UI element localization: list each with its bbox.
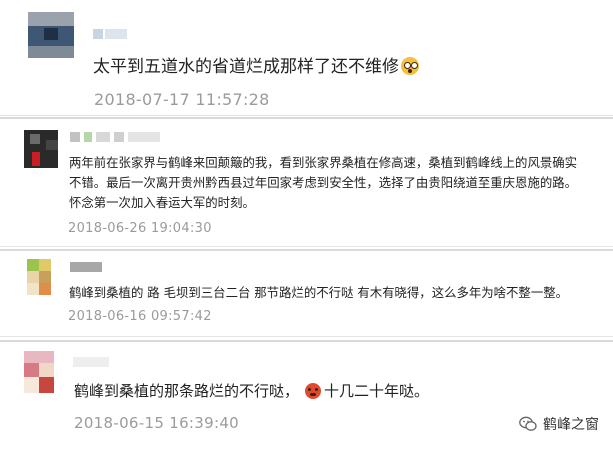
wechat-icon xyxy=(519,416,537,432)
angry-face-emoji xyxy=(305,383,322,399)
watermark-label: 鹤峰之窗 xyxy=(543,417,599,433)
comment-date: 2018-06-16 09:57:42 xyxy=(68,309,212,324)
comment-text: 太平到五道水的省道烂成那样了还不维修 xyxy=(93,55,419,79)
comment-line-3: 怀念第一次加入春运大军的时刻。 xyxy=(69,195,255,210)
comment-card-4: 鹤峰到桑植的那条路烂的不行哒， 十几二十年哒。 2018-06-15 16:39… xyxy=(0,340,613,450)
comment-text-content: 鹤峰到桑植的 路 毛坝到三台二台 那节路烂的不行哒 有木有晓得，这么多年为啥不整… xyxy=(69,285,568,300)
avatar[interactable] xyxy=(24,351,54,393)
comment-card-1: 太平到五道水的省道烂成那样了还不维修 2018-07-17 11:57:28 xyxy=(0,0,613,116)
avatar[interactable] xyxy=(24,130,58,168)
comment-text-before: 鹤峰到桑植的那条路烂的不行哒， xyxy=(74,382,300,400)
comment-date: 2018-06-15 16:39:40 xyxy=(74,414,240,432)
username-blurred[interactable] xyxy=(70,132,160,142)
comment-card-3: 鹤峰到桑植的 路 毛坝到三台二台 那节路烂的不行哒 有木有晓得，这么多年为啥不整… xyxy=(0,249,613,337)
comment-line-2: 不错。最后一次离开贵州黔西县过年回家考虑到安全性，选择了由贵阳绕道至重庆恩施的路… xyxy=(69,175,578,190)
comment-line-1: 两年前在张家界与鹤峰来回颠簸的我，看到张家界桑植在修高速，桑植到鹤峰线上的风景确… xyxy=(69,155,578,170)
comment-date: 2018-06-26 19:04:30 xyxy=(68,221,212,236)
comment-text: 两年前在张家界与鹤峰来回颠簸的我，看到张家界桑植在修高速，桑植到鹤峰线上的风景确… xyxy=(69,153,577,213)
comment-card-2: 两年前在张家界与鹤峰来回颠簸的我，看到张家界桑植在修高速，桑植到鹤峰线上的风景确… xyxy=(0,117,613,247)
username-blurred[interactable] xyxy=(93,29,127,39)
username-blurred[interactable] xyxy=(70,262,102,272)
comment-text: 鹤峰到桑植的那条路烂的不行哒， 十几二十年哒。 xyxy=(74,380,429,402)
avatar[interactable] xyxy=(28,12,74,58)
comment-text-content: 太平到五道水的省道烂成那样了还不维修 xyxy=(93,57,399,77)
comment-text: 鹤峰到桑植的 路 毛坝到三台二台 那节路烂的不行哒 有木有晓得，这么多年为啥不整… xyxy=(69,284,568,302)
dizzy-face-emoji xyxy=(401,57,419,75)
comment-text-after: 十几二十年哒。 xyxy=(324,382,430,400)
username-blurred[interactable] xyxy=(73,357,109,367)
watermark: 鹤峰之窗 xyxy=(519,414,599,434)
avatar[interactable] xyxy=(27,259,51,295)
comment-date: 2018-07-17 11:57:28 xyxy=(94,90,270,109)
